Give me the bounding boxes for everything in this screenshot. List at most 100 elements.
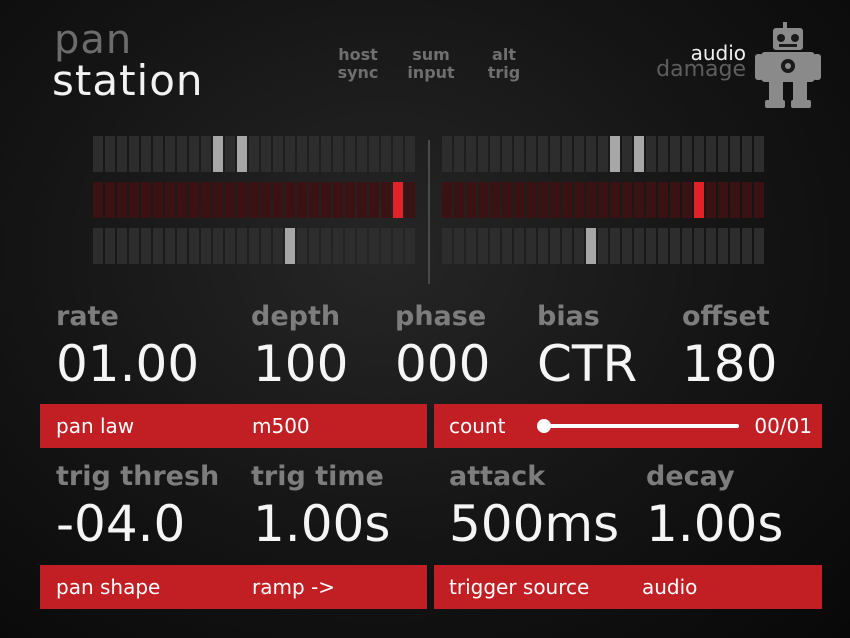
meter-segment	[586, 182, 596, 218]
meter-segment	[165, 136, 175, 172]
meter-segment	[381, 182, 391, 218]
meter-segment	[478, 136, 488, 172]
meter-segment	[502, 136, 512, 172]
trigger-source-bar[interactable]: trigger source audio	[434, 565, 822, 609]
offset-label: offset	[682, 301, 770, 332]
meter-segment	[610, 228, 620, 264]
meter-segment	[514, 228, 524, 264]
meter-segment	[189, 136, 199, 172]
pan-law-value: m500	[252, 414, 310, 438]
meter-segment	[598, 228, 608, 264]
alt-trig-toggle[interactable]: alt trig	[469, 46, 539, 82]
meter-segment	[117, 228, 127, 264]
meter-segment	[117, 136, 127, 172]
meter-segment	[754, 182, 764, 218]
meter-segment	[442, 182, 452, 218]
bias-value[interactable]: CTR	[537, 334, 637, 394]
meter-segment	[285, 182, 295, 218]
meter-segment	[754, 228, 764, 264]
meter-segment	[309, 136, 319, 172]
meter-segment	[646, 228, 656, 264]
meter-segment	[730, 136, 740, 172]
trigger-source-value: audio	[642, 575, 698, 599]
meter-segment	[466, 136, 476, 172]
meter-segment	[730, 182, 740, 218]
meter-segment	[141, 182, 151, 218]
meter-segment	[153, 228, 163, 264]
sum-input-label-2: input	[407, 63, 455, 82]
meter-segment	[201, 228, 211, 264]
meter-segment	[622, 136, 632, 172]
meter-segment	[634, 228, 644, 264]
meter-segment	[466, 182, 476, 218]
count-value: 00/01	[754, 414, 812, 438]
count-label: count	[449, 414, 506, 438]
meter-segment	[694, 182, 704, 218]
meter-segment	[189, 228, 199, 264]
meter-segment	[598, 136, 608, 172]
meter-segment	[742, 228, 752, 264]
meter-segment	[574, 228, 584, 264]
meter-segment	[490, 136, 500, 172]
meter-segment	[742, 182, 752, 218]
meter-segment	[574, 182, 584, 218]
meter-segment	[718, 136, 728, 172]
meter-segment	[153, 136, 163, 172]
meter-segment	[670, 136, 680, 172]
meter-segment	[249, 228, 259, 264]
meter-divider	[428, 140, 430, 284]
trig-time-label: trig time	[251, 461, 384, 492]
pan-law-bar[interactable]: pan law m500	[40, 404, 427, 448]
offset-value[interactable]: 180	[682, 334, 777, 394]
depth-value[interactable]: 100	[253, 334, 348, 394]
meter-segment	[634, 182, 644, 218]
meter-segment	[658, 136, 668, 172]
meter-segment	[345, 182, 355, 218]
meter-segment	[718, 228, 728, 264]
meter-segment	[333, 136, 343, 172]
robot-logo-icon	[755, 22, 821, 108]
meter-segment	[754, 136, 764, 172]
meter-segment	[177, 182, 187, 218]
meter-segment	[502, 182, 512, 218]
pan-shape-value: ramp ->	[252, 575, 335, 599]
meter-segment	[490, 182, 500, 218]
meter-segment	[598, 182, 608, 218]
rate-value[interactable]: 01.00	[56, 334, 199, 394]
meter-segment	[670, 182, 680, 218]
sum-input-toggle[interactable]: sum input	[396, 46, 466, 82]
attack-value[interactable]: 500ms	[449, 494, 619, 554]
meter-segment	[297, 136, 307, 172]
meter-segment	[345, 228, 355, 264]
meter-segment	[129, 182, 139, 218]
meter-segment	[610, 182, 620, 218]
meter-segment	[658, 228, 668, 264]
trig-thresh-value[interactable]: -04.0	[56, 494, 185, 554]
meter-segment	[393, 228, 403, 264]
phase-value[interactable]: 000	[395, 334, 490, 394]
meter-segment	[225, 136, 235, 172]
count-slider-track[interactable]	[544, 424, 739, 428]
meter-segment	[105, 182, 115, 218]
meter-segment	[538, 182, 548, 218]
decay-value[interactable]: 1.00s	[646, 494, 783, 554]
trig-time-value[interactable]: 1.00s	[253, 494, 390, 554]
meter-segment	[93, 228, 103, 264]
count-slider-knob[interactable]	[537, 419, 551, 433]
meter-segment	[454, 182, 464, 218]
host-sync-toggle[interactable]: host sync	[323, 46, 393, 82]
meter-segment	[478, 182, 488, 218]
pan-law-label: pan law	[56, 414, 135, 438]
meter-segment	[562, 182, 572, 218]
meter-segment	[682, 182, 692, 218]
meter-segment	[442, 136, 452, 172]
meter-segment	[321, 136, 331, 172]
meter-segment	[381, 228, 391, 264]
pan-shape-bar[interactable]: pan shape ramp ->	[40, 565, 427, 609]
host-sync-label-1: host	[338, 45, 378, 64]
meter-segment	[129, 136, 139, 172]
trig-thresh-label: trig thresh	[56, 461, 220, 492]
meter-segment	[273, 182, 283, 218]
meter-segment	[706, 228, 716, 264]
meter-segment	[345, 136, 355, 172]
